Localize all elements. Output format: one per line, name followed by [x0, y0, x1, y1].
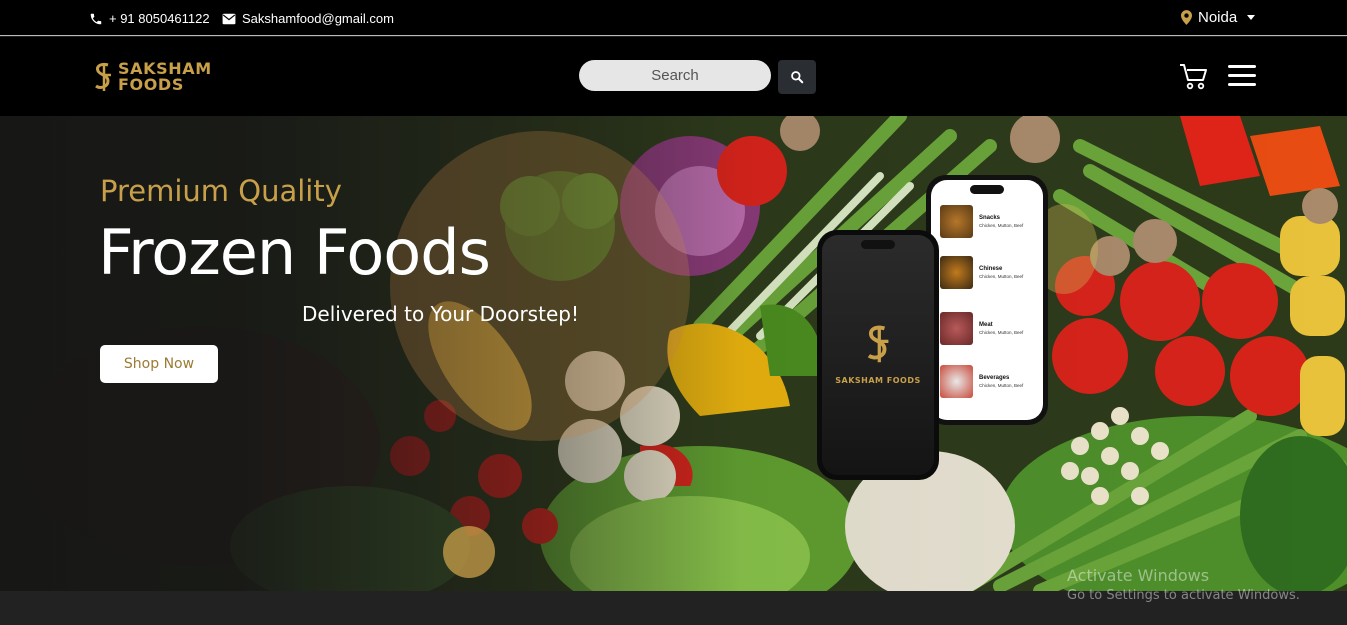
location-selector[interactable]: Noida	[1181, 9, 1256, 26]
contact-phone[interactable]: + 91 8050461122	[89, 11, 210, 26]
search-input[interactable]	[579, 60, 771, 91]
cart-button[interactable]	[1179, 62, 1209, 95]
location-label: Noida	[1198, 9, 1238, 26]
chevron-down-icon	[1247, 15, 1256, 20]
hero-tagline: Delivered to Your Doorstep!	[302, 302, 579, 326]
mail-icon	[222, 13, 236, 24]
phone-brand-logo: SAKSHAM FOODS	[822, 323, 934, 385]
category-thumbnail	[940, 365, 973, 398]
email-address: Sakshamfood@gmail.com	[242, 11, 394, 26]
contact-email[interactable]: Sakshamfood@gmail.com	[222, 11, 394, 26]
logo-mark-icon	[867, 325, 889, 363]
top-info-bar: + 91 8050461122 Sakshamfood@gmail.com No…	[0, 0, 1347, 36]
cart-icon	[1180, 64, 1207, 90]
windows-activation-watermark: Activate Windows Go to Settings to activ…	[1067, 566, 1300, 603]
logo-mark-icon	[95, 62, 111, 91]
list-item: Snacks Chicken, Mutton, Beef	[940, 205, 1023, 238]
hero-title: Frozen Foods	[98, 216, 491, 289]
list-item: Meat Chicken, Mutton, Beef	[940, 312, 1023, 345]
list-item: Chinese Chicken, Mutton, Beef	[940, 256, 1023, 289]
phone-icon	[90, 13, 102, 24]
decorative-circle	[443, 526, 495, 578]
brand-logo[interactable]: SAKSHAM FOODS	[93, 61, 212, 93]
main-header: SAKSHAM FOODS	[0, 37, 1347, 116]
logo-line-2: FOODS	[118, 75, 184, 94]
phone-number: + 91 8050461122	[109, 11, 210, 26]
category-thumbnail	[940, 205, 973, 238]
watermark-line-2: Go to Settings to activate Windows.	[1067, 588, 1300, 603]
hero-subtitle: Premium Quality	[100, 174, 342, 208]
menu-icon[interactable]	[1228, 65, 1256, 92]
search-button[interactable]	[778, 60, 816, 94]
search-icon	[791, 71, 804, 84]
list-item: Beverages Chicken, Mutton, Beef	[940, 365, 1023, 398]
phone-mockup-logo: SAKSHAM FOODS	[817, 230, 939, 480]
hero-banner: Premium Quality Frozen Foods Delivered t…	[0, 116, 1347, 591]
watermark-line-1: Activate Windows	[1067, 566, 1210, 585]
phone-mockup-categories: Snacks Chicken, Mutton, Beef Chinese Chick…	[926, 175, 1048, 425]
category-thumbnail	[940, 256, 973, 289]
category-thumbnail	[940, 312, 973, 345]
location-pin-icon	[1181, 10, 1192, 25]
phone-brand-name: SAKSHAM FOODS	[835, 376, 921, 385]
shop-now-button[interactable]: Shop Now	[100, 345, 218, 383]
